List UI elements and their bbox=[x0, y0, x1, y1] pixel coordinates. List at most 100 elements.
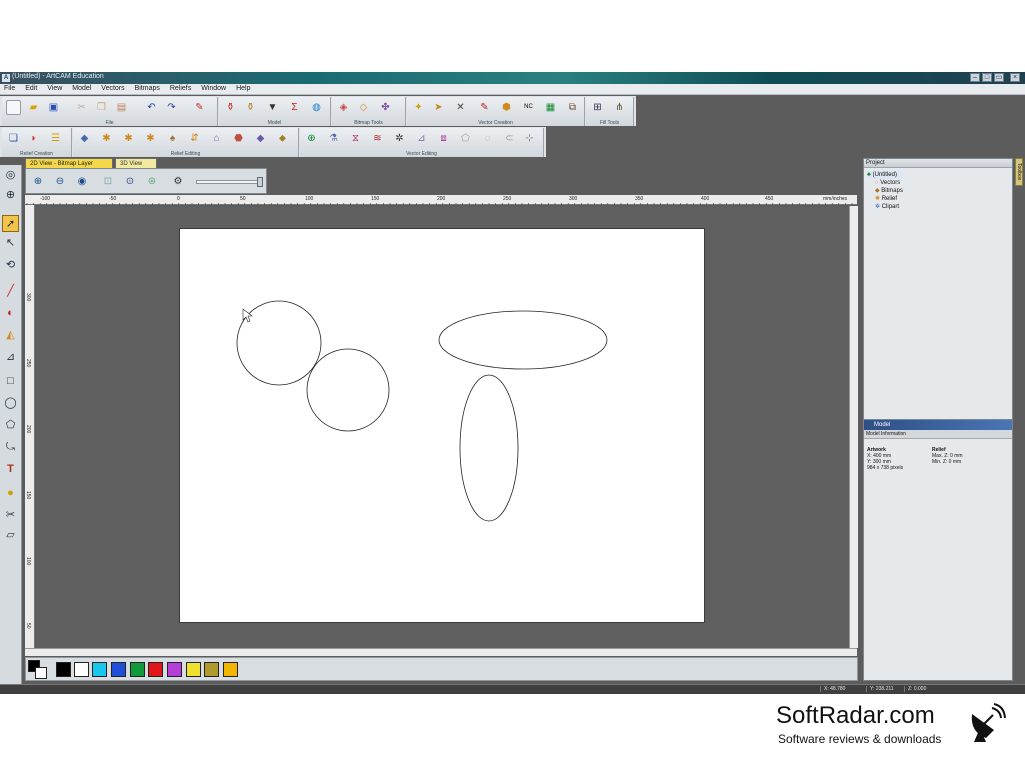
zoom-tool-icon[interactable]: ◎ bbox=[2, 167, 19, 184]
edit-icon[interactable]: ✎ bbox=[192, 100, 207, 115]
relief-edit-10-icon[interactable]: ⬥ bbox=[275, 131, 290, 146]
model-text-icon[interactable]: Ʃ bbox=[287, 100, 302, 115]
palette-swatch-orange[interactable] bbox=[223, 662, 238, 677]
vector-edit-11-icon[interactable]: ⊹ bbox=[522, 131, 537, 146]
secondary-color-swatch[interactable] bbox=[35, 667, 47, 679]
close-icon[interactable]: × bbox=[1010, 73, 1020, 82]
zoom-box-icon[interactable]: ⊡ bbox=[100, 174, 116, 190]
tree-item-root[interactable]: ♣ (Untitled) bbox=[867, 171, 903, 179]
fill-pattern-icon[interactable]: ⋔ bbox=[612, 100, 627, 115]
vector-edit-7-icon[interactable]: ⧈ bbox=[436, 131, 451, 146]
fill-vector-icon[interactable]: ⬢ bbox=[499, 100, 514, 115]
palette-swatch-white[interactable] bbox=[74, 662, 89, 677]
fill-tool-icon[interactable]: ⊞ bbox=[590, 100, 605, 115]
polyline-icon[interactable]: ⊿ bbox=[2, 349, 19, 366]
minimize-icon[interactable]: – bbox=[970, 73, 980, 82]
node-edit-icon[interactable]: ↖ bbox=[2, 235, 19, 252]
palette-swatch-red[interactable] bbox=[148, 662, 163, 677]
menu-file[interactable]: File bbox=[0, 84, 19, 92]
arrow-vector-icon[interactable]: ➤ bbox=[431, 100, 446, 115]
zoom-sheet-icon[interactable]: ⊙ bbox=[122, 174, 138, 190]
relief-stack-icon[interactable]: ☰ bbox=[48, 131, 63, 146]
redo-icon[interactable]: ↷ bbox=[164, 100, 179, 115]
vector-edit-3-icon[interactable]: ⧖ bbox=[348, 131, 363, 146]
menu-view[interactable]: View bbox=[43, 84, 66, 92]
vector-edit-4-icon[interactable]: ≋ bbox=[370, 131, 385, 146]
model-jar-icon[interactable]: ⚱ bbox=[243, 100, 258, 115]
vector-edit-1-icon[interactable]: ⊕ bbox=[304, 131, 319, 146]
brush-icon[interactable]: ◭ bbox=[2, 327, 19, 344]
relief-edit-1-icon[interactable]: ◆ bbox=[77, 131, 92, 146]
bitmap-brush-icon[interactable]: ✤ bbox=[378, 100, 393, 115]
ellipse-vector-horizontal[interactable] bbox=[438, 310, 608, 370]
vector-edit-8-icon[interactable]: ⬠ bbox=[458, 131, 473, 146]
paste-icon[interactable]: ▤ bbox=[114, 100, 129, 115]
transform-icon[interactable]: ⟲ bbox=[2, 257, 19, 274]
cut-icon[interactable]: ✂ bbox=[74, 100, 89, 115]
maximize-icon[interactable]: □ bbox=[982, 73, 992, 82]
palette-swatch-green[interactable] bbox=[130, 662, 145, 677]
menu-vectors[interactable]: Vectors bbox=[97, 84, 128, 92]
save-icon[interactable]: ▣ bbox=[46, 100, 61, 115]
menu-help[interactable]: Help bbox=[232, 84, 254, 92]
text-tool-icon[interactable]: T bbox=[2, 461, 19, 478]
eraser-icon[interactable]: ▱ bbox=[2, 527, 19, 544]
circle-vector-1[interactable] bbox=[236, 300, 322, 386]
vector-edit-6-icon[interactable]: ⊿ bbox=[414, 131, 429, 146]
nc-icon[interactable]: NC bbox=[521, 100, 536, 115]
palette-swatch-cyan[interactable] bbox=[92, 662, 107, 677]
ellipse-vector-vertical[interactable] bbox=[459, 374, 519, 522]
menu-edit[interactable]: Edit bbox=[21, 84, 41, 92]
relief-edit-5-icon[interactable]: ♠ bbox=[165, 131, 180, 146]
relief-edit-9-icon[interactable]: ◆ bbox=[253, 131, 268, 146]
tree-item-vectors[interactable]: ◌ Vectors bbox=[867, 179, 903, 187]
star-vector-icon[interactable]: ✦ bbox=[411, 100, 426, 115]
menu-window[interactable]: Window bbox=[197, 84, 230, 92]
tree-item-relief[interactable]: ✺ Relief bbox=[867, 195, 903, 203]
bitmap-tool-icon[interactable]: ◈ bbox=[336, 100, 351, 115]
relief-shape-icon[interactable]: ◗ bbox=[26, 131, 41, 146]
node-vector-icon[interactable]: ✕ bbox=[453, 100, 468, 115]
undo-icon[interactable]: ↶ bbox=[144, 100, 159, 115]
grid-icon[interactable]: ▦ bbox=[543, 100, 558, 115]
zoom-slider-thumb[interactable] bbox=[257, 177, 263, 187]
artwork-sheet[interactable] bbox=[179, 228, 705, 623]
tab-2d-view[interactable]: 2D View - Bitmap Layer bbox=[25, 158, 113, 168]
model-size-icon[interactable]: ⚱ bbox=[223, 100, 238, 115]
zoom-previous-icon[interactable]: ⊛ bbox=[144, 174, 160, 190]
palette-swatch-olive[interactable] bbox=[204, 662, 219, 677]
paint-icon[interactable]: ◐ bbox=[2, 305, 19, 322]
circle-vector-2[interactable] bbox=[306, 348, 390, 432]
pen-vector-icon[interactable]: ✎ bbox=[477, 100, 492, 115]
drop-icon[interactable]: ● bbox=[2, 485, 19, 502]
rectangle-icon[interactable]: □ bbox=[2, 373, 19, 390]
pan-tool-icon[interactable]: ⊕ bbox=[2, 187, 19, 204]
menu-model[interactable]: Model bbox=[68, 84, 95, 92]
vector-edit-10-icon[interactable]: ⊂ bbox=[502, 131, 517, 146]
palette-swatch-blue[interactable] bbox=[111, 662, 126, 677]
relief-edit-8-icon[interactable]: ⬣ bbox=[231, 131, 246, 146]
measure-icon[interactable]: ✂ bbox=[2, 507, 19, 524]
polygon-icon[interactable]: ⬠ bbox=[2, 417, 19, 434]
arc-icon[interactable]: ⤿ bbox=[2, 439, 19, 456]
model-stand-icon[interactable]: ▼ bbox=[265, 100, 280, 115]
layers-icon[interactable]: ⧉ bbox=[565, 100, 580, 115]
tree-item-bitmaps[interactable]: ◆ Bitmaps bbox=[867, 187, 903, 195]
vector-edit-9-icon[interactable]: ◌ bbox=[480, 131, 495, 146]
relief-edit-3-icon[interactable]: ✱ bbox=[121, 131, 136, 146]
palette-swatch-black[interactable] bbox=[56, 662, 71, 677]
zoom-slider[interactable] bbox=[196, 177, 263, 187]
zoom-out-icon[interactable]: ⊖ bbox=[52, 174, 68, 190]
select-arrow-icon[interactable]: ➚ bbox=[2, 215, 19, 232]
palette-swatch-yellow[interactable] bbox=[186, 662, 201, 677]
drawing-canvas[interactable] bbox=[36, 206, 849, 648]
ellipse-icon[interactable]: ◯ bbox=[2, 395, 19, 412]
globe-icon[interactable]: ◍ bbox=[309, 100, 324, 115]
relief-layer-icon[interactable]: ❏ bbox=[6, 131, 21, 146]
open-folder-icon[interactable]: ▰ bbox=[26, 100, 41, 115]
new-file-icon[interactable] bbox=[6, 100, 21, 115]
view-settings-icon[interactable]: ⚙ bbox=[170, 174, 186, 190]
menu-bitmaps[interactable]: Bitmaps bbox=[131, 84, 164, 92]
vector-edit-2-icon[interactable]: ⚗ bbox=[326, 131, 341, 146]
copy-icon[interactable]: ❐ bbox=[94, 100, 109, 115]
